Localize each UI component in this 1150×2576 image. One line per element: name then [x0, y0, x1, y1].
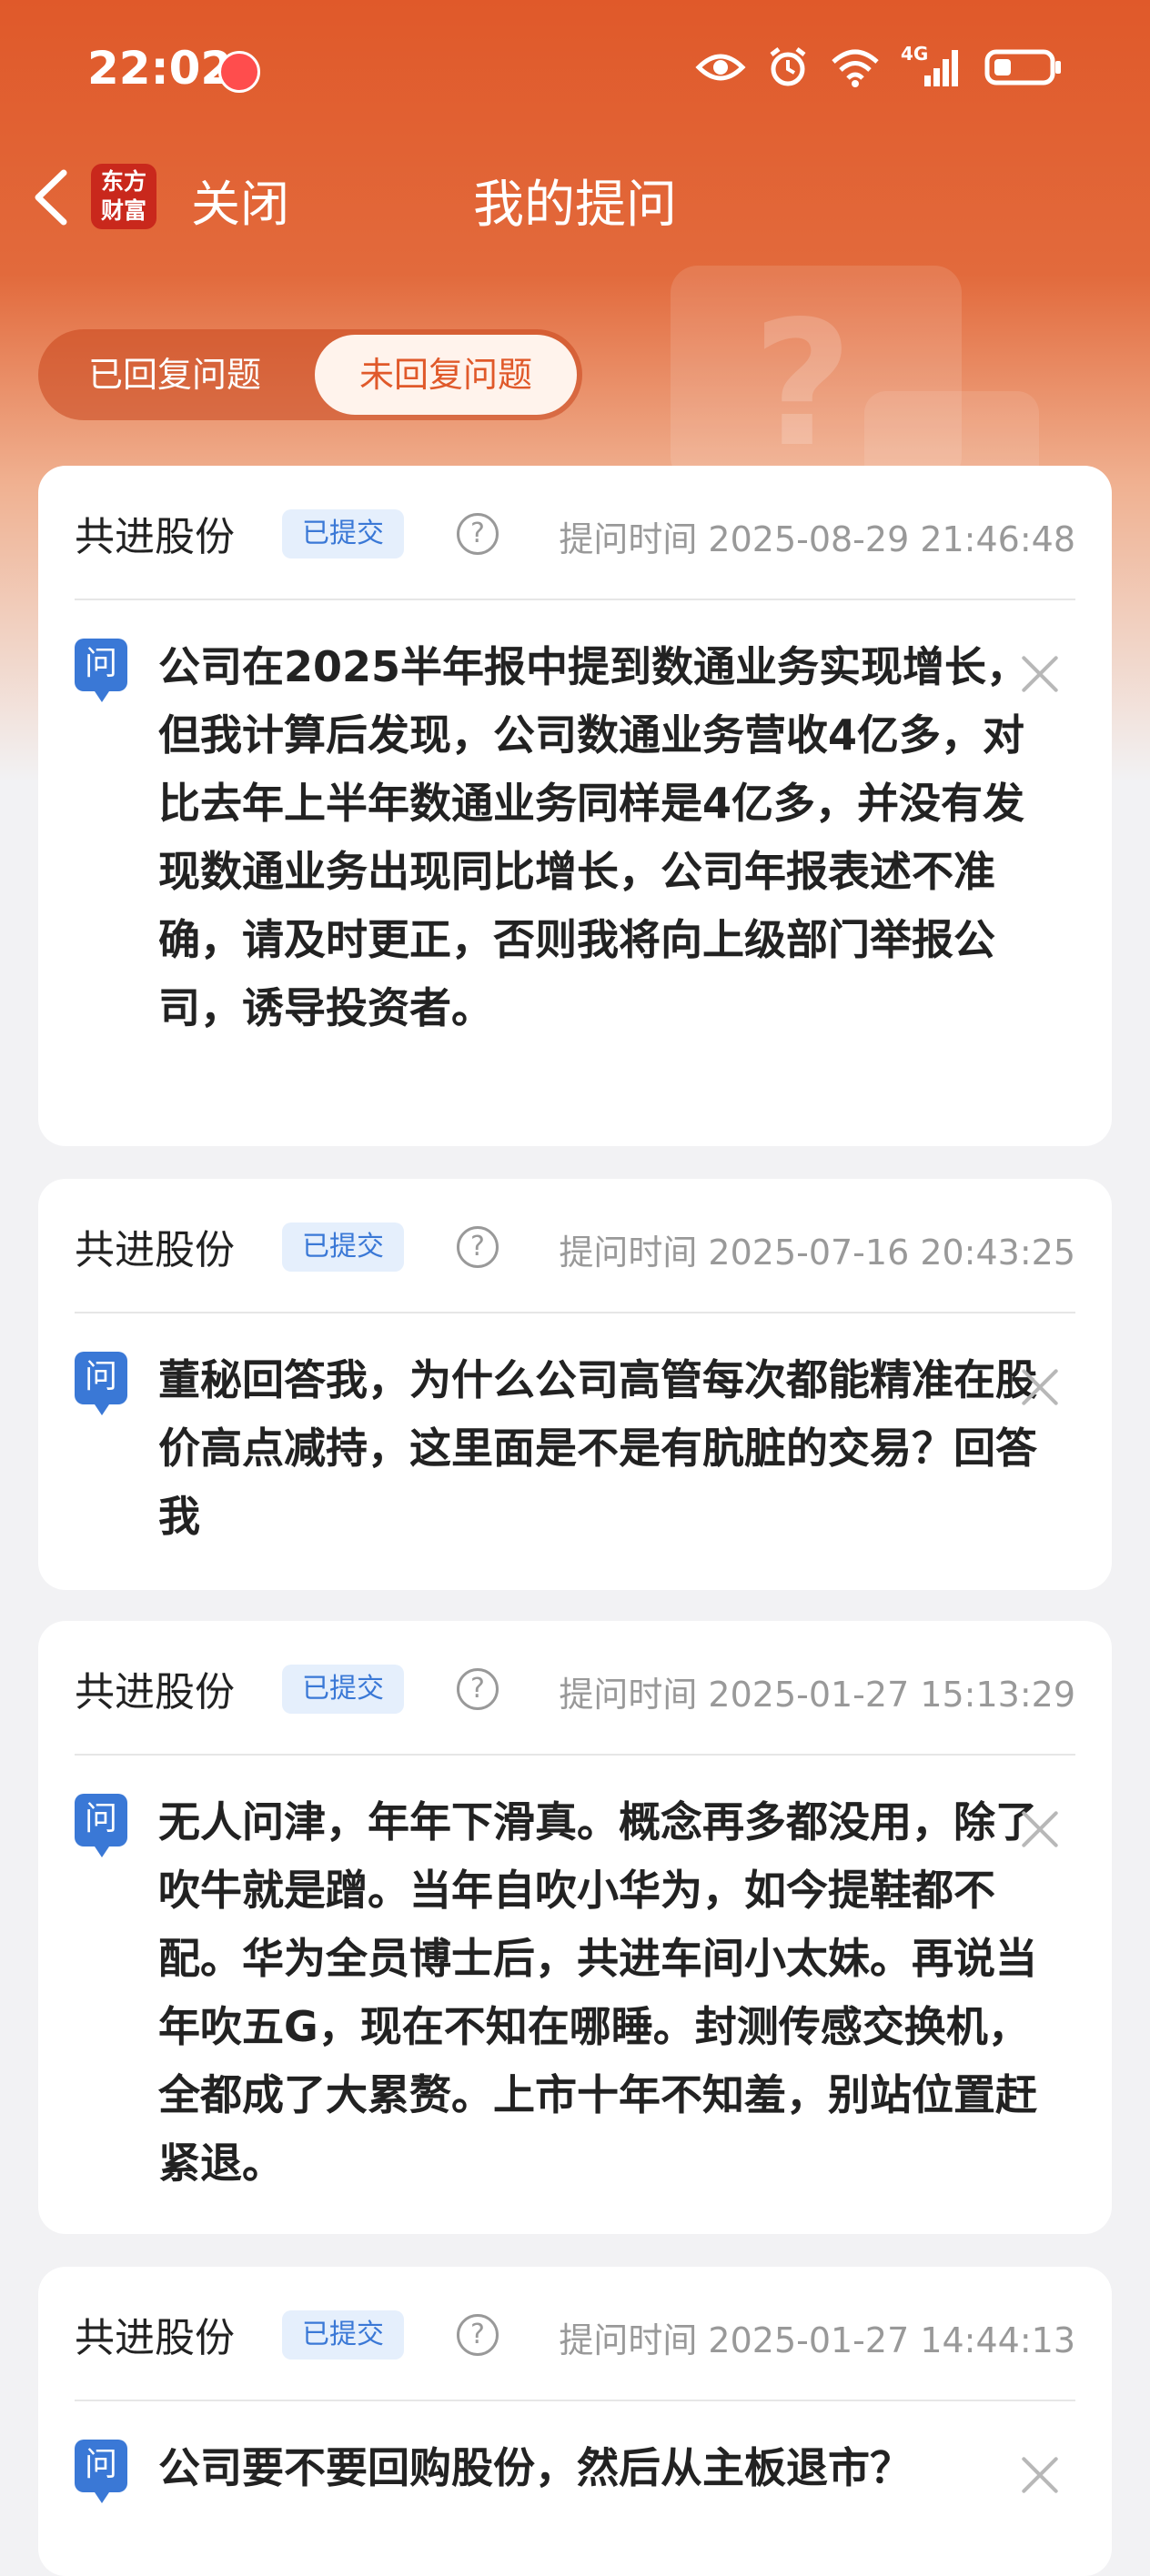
help-icon[interactable]: ?: [457, 513, 499, 555]
eye-icon: [695, 54, 746, 81]
company-name[interactable]: 共进股份: [75, 1659, 235, 1717]
close-icon[interactable]: [1019, 2454, 1061, 2496]
app-notification-icon: [218, 51, 260, 93]
tab-switcher: 已回复问题 未回复问题: [38, 329, 582, 420]
page-title: 我的提问: [0, 164, 1150, 237]
question-card: 共进股份 已提交 ? 提问时间 2025-01-27 15:13:29 问 无人…: [38, 1621, 1112, 2234]
close-icon[interactable]: [1019, 653, 1061, 695]
company-name[interactable]: 共进股份: [75, 2305, 235, 2363]
close-icon[interactable]: [1019, 1808, 1061, 1850]
help-icon[interactable]: ?: [457, 2314, 499, 2356]
status-badge: 已提交: [282, 2310, 404, 2360]
question-text: 无人问津，年年下滑真。概念再多都没用，除了吹牛就是蹭。当年自吹小华为，如今提鞋都…: [158, 1797, 1037, 2188]
status-badge: 已提交: [282, 1665, 404, 1714]
network-type: 4G: [901, 43, 929, 65]
cellular-signal-icon: 4G: [901, 43, 964, 88]
ask-time: 提问时间 2025-01-27 14:44:13: [559, 2320, 1075, 2360]
status-time: 22:02: [87, 42, 233, 95]
card-header: 共进股份 已提交 ? 提问时间 2025-08-29 21:46:48: [75, 466, 1075, 600]
card-header: 共进股份 已提交 ? 提问时间 2025-01-27 14:44:13: [75, 2267, 1075, 2401]
question-text: 公司要不要回购股份，然后从主板退市？: [158, 2443, 912, 2492]
ask-time: 提问时间 2025-08-29 21:46:48: [559, 519, 1075, 559]
help-icon[interactable]: ?: [457, 1226, 499, 1268]
question-badge-icon: 问: [75, 639, 127, 702]
help-icon[interactable]: ?: [457, 1668, 499, 1710]
question-card: 共进股份 已提交 ? 提问时间 2025-07-16 20:43:25 问 董秘…: [38, 1179, 1112, 1590]
card-header: 共进股份 已提交 ? 提问时间 2025-07-16 20:43:25: [75, 1179, 1075, 1313]
nav-bar: 东方财富 关闭 我的提问: [0, 155, 1150, 236]
question-badge-icon: 问: [75, 1794, 127, 1857]
status-icons: 4G: [695, 43, 1063, 89]
alarm-icon: [770, 47, 806, 86]
battery-icon: [984, 49, 1061, 86]
tab-unanswered[interactable]: 未回复问题: [315, 335, 577, 415]
question-badge-icon: 问: [75, 2440, 127, 2503]
page-title-text: 我的提问: [473, 176, 677, 235]
close-icon[interactable]: [1019, 1366, 1061, 1408]
status-badge: 已提交: [282, 509, 404, 558]
company-name[interactable]: 共进股份: [75, 1217, 235, 1275]
card-header: 共进股份 已提交 ? 提问时间 2025-01-27 15:13:29: [75, 1621, 1075, 1756]
ask-time: 提问时间 2025-01-27 15:13:29: [559, 1675, 1075, 1715]
question-badge-icon: 问: [75, 1352, 127, 1415]
ask-time: 提问时间 2025-07-16 20:43:25: [559, 1233, 1075, 1273]
question-card: 共进股份 已提交 ? 提问时间 2025-01-27 14:44:13 问 公司…: [38, 2267, 1112, 2576]
tab-answered[interactable]: 已回复问题: [38, 329, 311, 420]
wifi-icon: [832, 49, 879, 87]
status-bar: 22:02 4G: [0, 0, 1150, 146]
question-text: 公司在2025半年报中提到数通业务实现增长，但我计算后发现，公司数通业务营收4亿…: [158, 642, 1029, 1032]
status-badge: 已提交: [282, 1223, 404, 1272]
question-text: 董秘回答我，为什么公司高管每次都能精准在股价高点减持，这里面是不是有肮脏的交易？…: [158, 1355, 1037, 1541]
company-name[interactable]: 共进股份: [75, 504, 235, 562]
question-card: 共进股份 已提交 ? 提问时间 2025-08-29 21:46:48 问 公司…: [38, 466, 1112, 1146]
